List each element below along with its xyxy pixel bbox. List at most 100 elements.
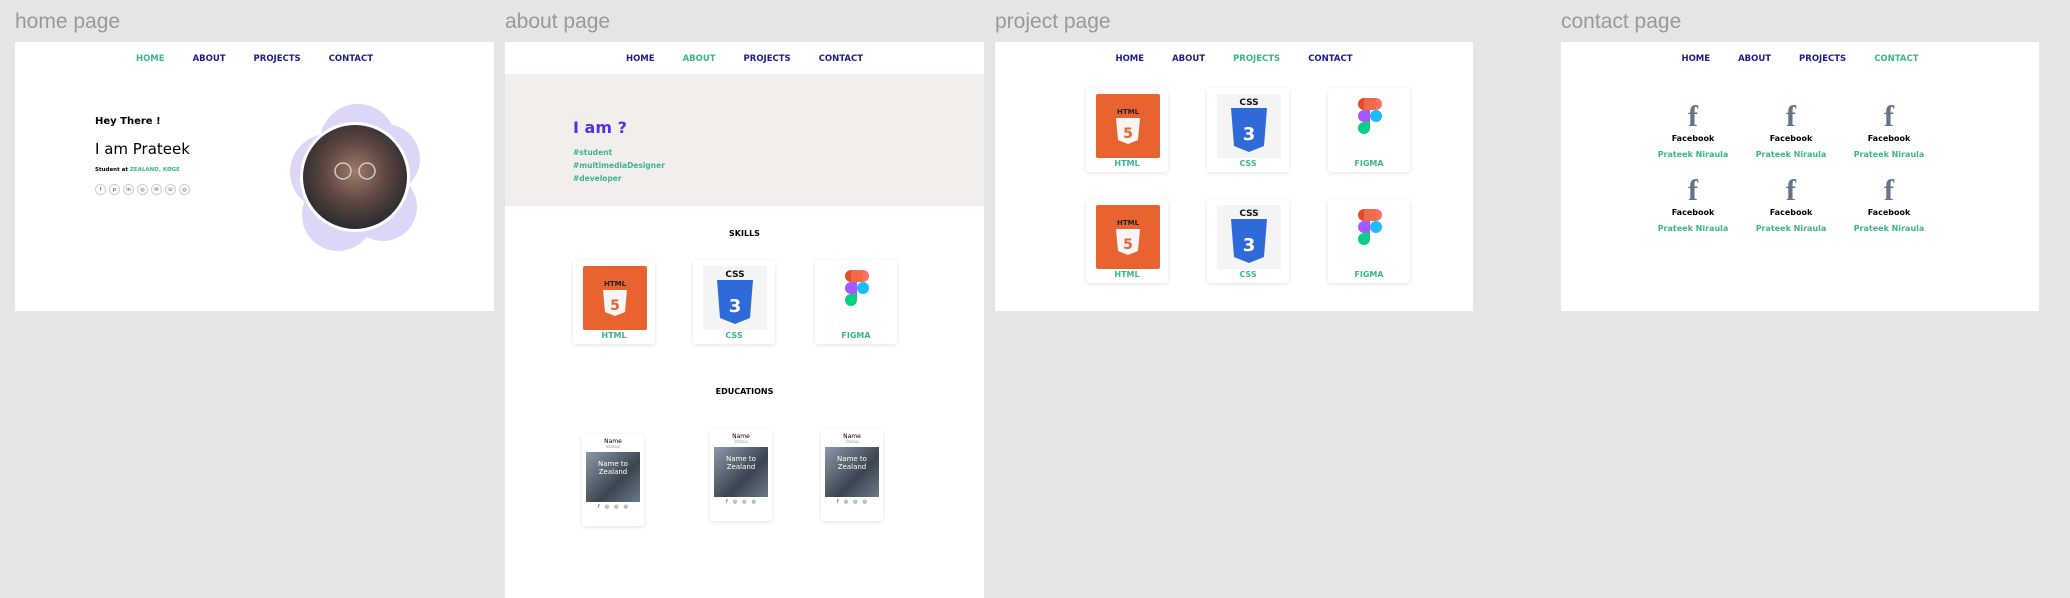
skill-label-figma: FIGMA	[841, 331, 871, 340]
nav-contact[interactable]: CONTACT	[819, 54, 863, 64]
educations-title: EDUCATIONS	[715, 387, 774, 396]
instagram-icon[interactable]: ◎	[179, 184, 190, 195]
nav-projects[interactable]: PROJECTS	[1799, 54, 1846, 64]
project-frame-label: project page	[995, 10, 1111, 33]
svg-text:CSS: CSS	[1239, 209, 1258, 219]
nav-about[interactable]: ABOUT	[193, 54, 226, 64]
globe-icon[interactable]: ◎	[605, 504, 609, 510]
skill-card-html[interactable]: HTML 5 HTML	[573, 260, 655, 344]
nav-home[interactable]: HOME	[136, 54, 165, 64]
project-label-figma: FIGMA	[1354, 270, 1384, 279]
svg-text:3: 3	[1243, 124, 1256, 145]
nav-home[interactable]: HOME	[1681, 54, 1710, 64]
project-label-html: HTML	[1114, 159, 1140, 168]
svg-text:5: 5	[1123, 126, 1133, 142]
html5-icon: HTML 5	[1096, 205, 1160, 269]
hero-name: I am Prateek	[95, 140, 190, 158]
contact-frame-label: contact page	[1561, 10, 1682, 33]
edu-photo-text: Name to Zealand	[598, 460, 628, 476]
nav-projects[interactable]: PROJECTS	[1233, 54, 1280, 64]
contact-person: Prateek Niraula	[1755, 150, 1827, 159]
globe-icon[interactable]: ◎	[733, 499, 737, 505]
education-card[interactable]: Name status Name to Zealand f ◎ ◎ ◎	[582, 434, 644, 526]
contact-platform: Facebook	[1867, 208, 1911, 217]
linkedin-icon[interactable]: in	[123, 184, 134, 195]
nav-about[interactable]: ABOUT	[1172, 54, 1205, 64]
contact-item[interactable]: f Facebook Prateek Niraula	[1653, 100, 1733, 160]
svg-text:CSS: CSS	[1239, 98, 1258, 108]
contact-platform: Facebook	[1867, 134, 1911, 143]
nav-contact[interactable]: CONTACT	[1308, 54, 1352, 64]
facebook-icon[interactable]: f	[726, 499, 728, 505]
edu-social-icons: f ◎ ◎ ◎	[710, 499, 772, 505]
project-label-html: HTML	[1114, 270, 1140, 279]
svg-text:HTML: HTML	[1117, 108, 1140, 116]
skills-title: SKILLS	[729, 229, 760, 238]
contact-person: Prateek Niraula	[1853, 150, 1925, 159]
pinterest-icon[interactable]: p	[109, 184, 120, 195]
about-heading: I am ?	[573, 118, 627, 137]
facebook-icon[interactable]: f	[95, 184, 106, 195]
facebook-icon: f	[1786, 100, 1796, 133]
project-label-css: CSS	[1239, 270, 1257, 279]
svg-text:3: 3	[1243, 235, 1256, 256]
project-card-figma[interactable]: FIGMA	[1328, 199, 1410, 283]
svg-text:HTML: HTML	[1117, 219, 1140, 227]
css3-icon: CSS 3	[1217, 94, 1281, 158]
edu-status: status	[606, 445, 620, 450]
nav-projects[interactable]: PROJECTS	[744, 54, 791, 64]
location-icon[interactable]: ◎	[137, 184, 148, 195]
css3-icon: CSS 3	[703, 266, 767, 330]
nav-home[interactable]: HOME	[626, 54, 655, 64]
contact-item[interactable]: f Facebook Prateek Niraula	[1751, 174, 1831, 234]
contact-person: Prateek Niraula	[1853, 224, 1925, 233]
skill-card-css[interactable]: CSS 3 CSS	[693, 260, 775, 344]
facebook-icon: f	[1786, 174, 1796, 207]
about-navbar: HOME ABOUT PROJECTS CONTACT	[505, 54, 984, 64]
svg-text:CSS: CSS	[725, 270, 744, 280]
nav-projects[interactable]: PROJECTS	[254, 54, 301, 64]
education-card[interactable]: Name status Name to Zealand f ◎ ◎ ◎	[710, 429, 772, 521]
contact-item[interactable]: f Facebook Prateek Niraula	[1849, 174, 1929, 234]
figma-icon	[1358, 98, 1382, 134]
globe-icon[interactable]: ◎	[752, 499, 756, 505]
nav-home[interactable]: HOME	[1115, 54, 1144, 64]
nav-contact[interactable]: CONTACT	[1874, 54, 1918, 64]
globe-icon[interactable]: ◎	[624, 504, 628, 510]
globe-icon[interactable]: ◎	[742, 499, 746, 505]
project-navbar: HOME ABOUT PROJECTS CONTACT	[995, 54, 1473, 64]
facebook-icon: f	[1688, 174, 1698, 207]
home-frame-label: home page	[15, 10, 121, 33]
about-tags: #student #multimediaDesigner #developer	[573, 146, 665, 185]
edu-photo-text: Name to Zealand	[837, 455, 867, 471]
project-card-html[interactable]: HTML 5 HTML	[1086, 199, 1168, 283]
globe-icon[interactable]: ◎	[863, 499, 867, 505]
mail-icon[interactable]: ✉	[151, 184, 162, 195]
project-card-css[interactable]: CSS 3 CSS	[1207, 88, 1289, 172]
facebook-icon: f	[1884, 174, 1894, 207]
skill-card-figma[interactable]: FIGMA	[815, 260, 897, 344]
contact-page-frame: HOME ABOUT PROJECTS CONTACT f Facebook P…	[1561, 42, 2039, 311]
nav-about[interactable]: ABOUT	[1738, 54, 1771, 64]
contact-item[interactable]: f Facebook Prateek Niraula	[1653, 174, 1733, 234]
svg-text:5: 5	[610, 298, 620, 314]
project-card-html[interactable]: HTML 5 HTML	[1086, 88, 1168, 172]
nav-contact[interactable]: CONTACT	[329, 54, 373, 64]
edu-social-icons: f ◎ ◎ ◎	[821, 499, 883, 505]
contact-item[interactable]: f Facebook Prateek Niraula	[1751, 100, 1831, 160]
globe-icon[interactable]: ◎	[853, 499, 857, 505]
contact-item[interactable]: f Facebook Prateek Niraula	[1849, 102, 1929, 160]
project-card-css[interactable]: CSS 3 CSS	[1207, 199, 1289, 283]
tag-developer: #developer	[573, 174, 622, 183]
edu-photo-text: Name to Zealand	[726, 455, 756, 471]
facebook-icon[interactable]: f	[598, 504, 600, 510]
role-place: ZEALAND, KØGE	[129, 167, 180, 173]
globe-icon[interactable]: ◎	[844, 499, 848, 505]
facebook-icon[interactable]: f	[837, 499, 839, 505]
education-card[interactable]: Name status Name to Zealand f ◎ ◎ ◎	[821, 429, 883, 521]
nav-about[interactable]: ABOUT	[683, 54, 716, 64]
phone-icon[interactable]: ☏	[165, 184, 176, 195]
globe-icon[interactable]: ◎	[614, 504, 618, 510]
project-card-figma[interactable]: FIGMA	[1328, 88, 1410, 172]
facebook-icon: f	[1688, 100, 1698, 133]
